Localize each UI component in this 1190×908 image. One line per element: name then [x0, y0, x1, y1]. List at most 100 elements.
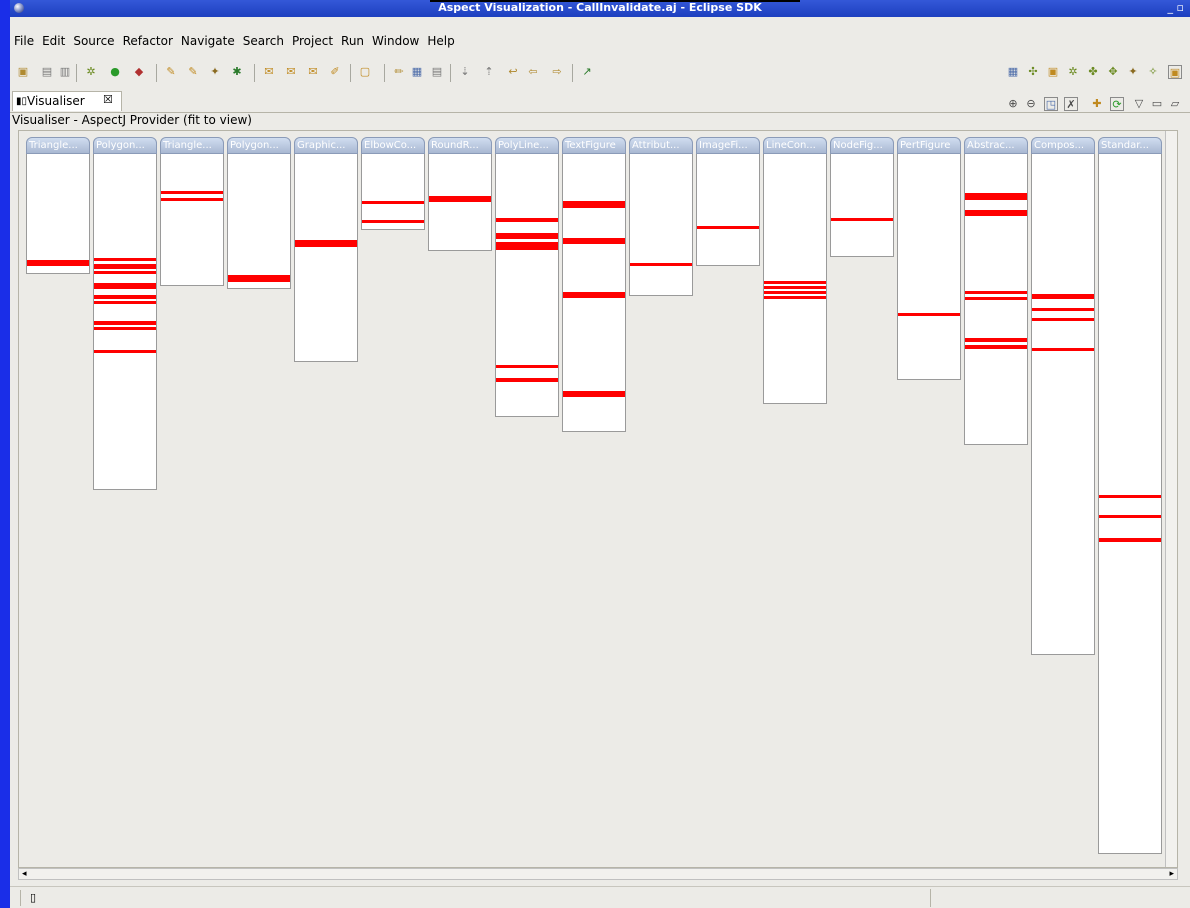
- team-perspective-icon[interactable]: ✤: [1086, 65, 1100, 79]
- limit-view-icon[interactable]: ✗: [1064, 97, 1078, 111]
- advice-stripe[interactable]: [496, 233, 558, 239]
- build-icon[interactable]: ✐: [328, 65, 342, 79]
- advice-stripe[interactable]: [965, 338, 1027, 342]
- visualiser-column[interactable]: Triangle...: [160, 137, 224, 286]
- column-body[interactable]: [897, 154, 961, 380]
- next-annotation-icon[interactable]: ⇣: [458, 65, 472, 79]
- visualiser-column[interactable]: Standar...: [1098, 137, 1162, 854]
- new-wizard-icon[interactable]: ▣: [16, 65, 30, 79]
- plugin-perspective-icon[interactable]: ✥: [1106, 65, 1120, 79]
- advice-stripe[interactable]: [563, 391, 625, 397]
- advice-stripe[interactable]: [94, 295, 156, 299]
- column-header[interactable]: Attribut...: [629, 137, 693, 154]
- advice-stripe[interactable]: [630, 263, 692, 266]
- toggle-mark-icon[interactable]: ✏: [392, 65, 406, 79]
- visualiser-column[interactable]: Abstrac...: [964, 137, 1028, 445]
- advice-stripe[interactable]: [94, 264, 156, 269]
- forward-icon[interactable]: ⇨: [550, 65, 564, 79]
- advice-stripe[interactable]: [295, 240, 357, 247]
- new-aspect-icon[interactable]: ✦: [208, 65, 222, 79]
- column-body[interactable]: [1098, 154, 1162, 854]
- advice-stripe[interactable]: [764, 286, 826, 289]
- new-generic-icon[interactable]: ✱: [230, 65, 244, 79]
- advice-stripe[interactable]: [496, 378, 558, 382]
- advice-stripe[interactable]: [228, 275, 290, 282]
- advice-stripe[interactable]: [94, 283, 156, 289]
- advice-stripe[interactable]: [94, 258, 156, 261]
- visualiser-column[interactable]: Graphic...: [294, 137, 358, 362]
- column-body[interactable]: [227, 154, 291, 289]
- menu-edit[interactable]: Edit: [38, 34, 69, 52]
- maximize-view-icon[interactable]: ▱: [1168, 97, 1182, 111]
- debug-perspective-icon[interactable]: ✲: [1066, 65, 1080, 79]
- menu-refactor[interactable]: Refactor: [119, 34, 177, 52]
- menu-project[interactable]: Project: [288, 34, 337, 52]
- zoom-in-icon[interactable]: ⊕: [1006, 97, 1020, 111]
- column-header[interactable]: LineCon...: [763, 137, 827, 154]
- window-controls[interactable]: _ ▫: [1168, 1, 1184, 14]
- show-whitespace-icon[interactable]: ▤: [430, 65, 444, 79]
- column-body[interactable]: [294, 154, 358, 362]
- search-icon[interactable]: ▢: [358, 65, 372, 79]
- print-icon[interactable]: ▥: [58, 65, 72, 79]
- zoom-out-icon[interactable]: ⊖: [1024, 97, 1038, 111]
- back-icon[interactable]: ⇦: [526, 65, 540, 79]
- column-header[interactable]: Triangle...: [26, 137, 90, 154]
- advice-stripe[interactable]: [94, 327, 156, 330]
- visualiser-column[interactable]: TextFigure: [562, 137, 626, 432]
- advice-stripe[interactable]: [161, 198, 223, 201]
- advice-stripe[interactable]: [94, 301, 156, 304]
- aspects-icon[interactable]: ✚: [1090, 97, 1104, 111]
- column-body[interactable]: [93, 154, 157, 490]
- resource-perspective-icon[interactable]: ▣: [1046, 65, 1060, 79]
- refresh-icon[interactable]: ⟳: [1110, 97, 1124, 111]
- advice-stripe[interactable]: [362, 201, 424, 204]
- advice-stripe[interactable]: [1099, 538, 1161, 542]
- visualiser-column[interactable]: PertFigure: [897, 137, 961, 380]
- advice-stripe[interactable]: [161, 191, 223, 194]
- advice-stripe[interactable]: [965, 345, 1027, 349]
- vertical-scrollbar[interactable]: [1165, 131, 1177, 867]
- fast-view-icon[interactable]: ▯: [30, 891, 36, 904]
- title-bar[interactable]: Aspect Visualization - CallInvalidate.aj…: [10, 0, 1190, 17]
- column-header[interactable]: TextFigure: [562, 137, 626, 154]
- visualiser-column[interactable]: Polygon...: [227, 137, 291, 289]
- last-edit-location-icon[interactable]: ↩: [506, 65, 520, 79]
- column-body[interactable]: [26, 154, 90, 274]
- save-icon[interactable]: ▤: [40, 65, 54, 79]
- column-body[interactable]: [763, 154, 827, 404]
- column-body[interactable]: [830, 154, 894, 257]
- column-body[interactable]: [562, 154, 626, 432]
- open-aspect-icon[interactable]: ✉: [306, 65, 320, 79]
- advice-stripe[interactable]: [1099, 495, 1161, 498]
- column-header[interactable]: PertFigure: [897, 137, 961, 154]
- visualiser-column[interactable]: NodeFig...: [830, 137, 894, 257]
- java-perspective-icon[interactable]: ✣: [1026, 65, 1040, 79]
- column-header[interactable]: ImageFi...: [696, 137, 760, 154]
- toggle-breadcrumb-icon[interactable]: ▦: [410, 65, 424, 79]
- advice-stripe[interactable]: [1032, 294, 1094, 299]
- open-resource-icon[interactable]: ✉: [284, 65, 298, 79]
- advice-stripe[interactable]: [563, 201, 625, 208]
- open-perspective-icon[interactable]: ▦: [1006, 65, 1020, 79]
- column-header[interactable]: Standar...: [1098, 137, 1162, 154]
- debug-icon[interactable]: ✲: [84, 65, 98, 79]
- column-header[interactable]: Triangle...: [160, 137, 224, 154]
- menu-navigate[interactable]: Navigate: [177, 34, 239, 52]
- advice-stripe[interactable]: [496, 365, 558, 368]
- menu-source[interactable]: Source: [69, 34, 118, 52]
- open-type-icon[interactable]: ✉: [262, 65, 276, 79]
- advice-stripe[interactable]: [94, 321, 156, 325]
- column-body[interactable]: [696, 154, 760, 266]
- advice-stripe[interactable]: [1032, 348, 1094, 351]
- pin-editor-icon[interactable]: ↗: [580, 65, 594, 79]
- advice-stripe[interactable]: [496, 242, 558, 250]
- menu-search[interactable]: Search: [239, 34, 288, 52]
- visualiser-column[interactable]: ImageFi...: [696, 137, 760, 266]
- new-class-icon[interactable]: ✎: [186, 65, 200, 79]
- advice-stripe[interactable]: [94, 271, 156, 274]
- visualiser-column[interactable]: ElbowCo...: [361, 137, 425, 230]
- column-body[interactable]: [629, 154, 693, 296]
- column-header[interactable]: Compos...: [1031, 137, 1095, 154]
- advice-stripe[interactable]: [429, 196, 491, 202]
